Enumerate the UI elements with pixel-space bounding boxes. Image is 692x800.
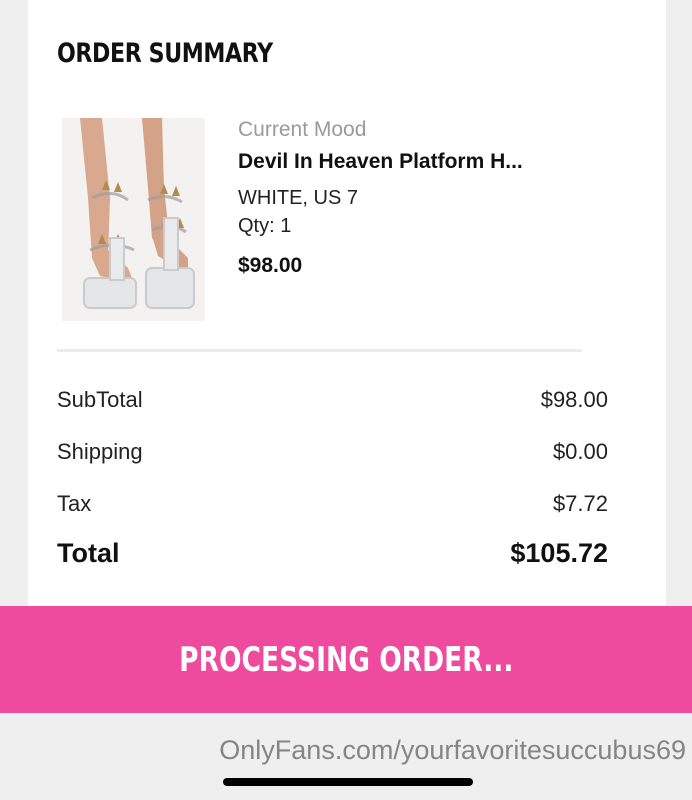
shipping-value: $0.00 <box>552 439 608 464</box>
total-value: $105.72 <box>510 538 608 568</box>
shipping-label: Shipping <box>57 439 143 464</box>
home-indicator[interactable] <box>223 778 473 786</box>
product-variant: WHITE, US 7 <box>238 187 359 209</box>
tax-label: Tax <box>57 491 92 516</box>
summary-divider <box>57 349 582 352</box>
product-brand: Current Mood <box>238 118 367 141</box>
product-image[interactable] <box>62 118 205 321</box>
subtotal-value: $98.00 <box>540 387 608 412</box>
processing-order-button[interactable]: PROCESSING ORDER... <box>0 606 692 713</box>
total-label: Total <box>57 538 120 568</box>
subtotal-label: SubTotal <box>57 387 143 412</box>
watermark-text: OnlyFans.com/yourfavoritesuccubus69 <box>219 735 686 765</box>
processing-order-label: PROCESSING ORDER... <box>178 640 514 680</box>
product-price: $98.00 <box>238 254 303 277</box>
product-quantity: Qty: 1 <box>238 215 292 237</box>
order-summary-title: ORDER SUMMARY <box>57 38 273 69</box>
platform-heels-illustration <box>62 118 205 321</box>
tax-value: $7.72 <box>552 491 608 516</box>
product-name[interactable]: Devil In Heaven Platform H... <box>238 150 523 174</box>
